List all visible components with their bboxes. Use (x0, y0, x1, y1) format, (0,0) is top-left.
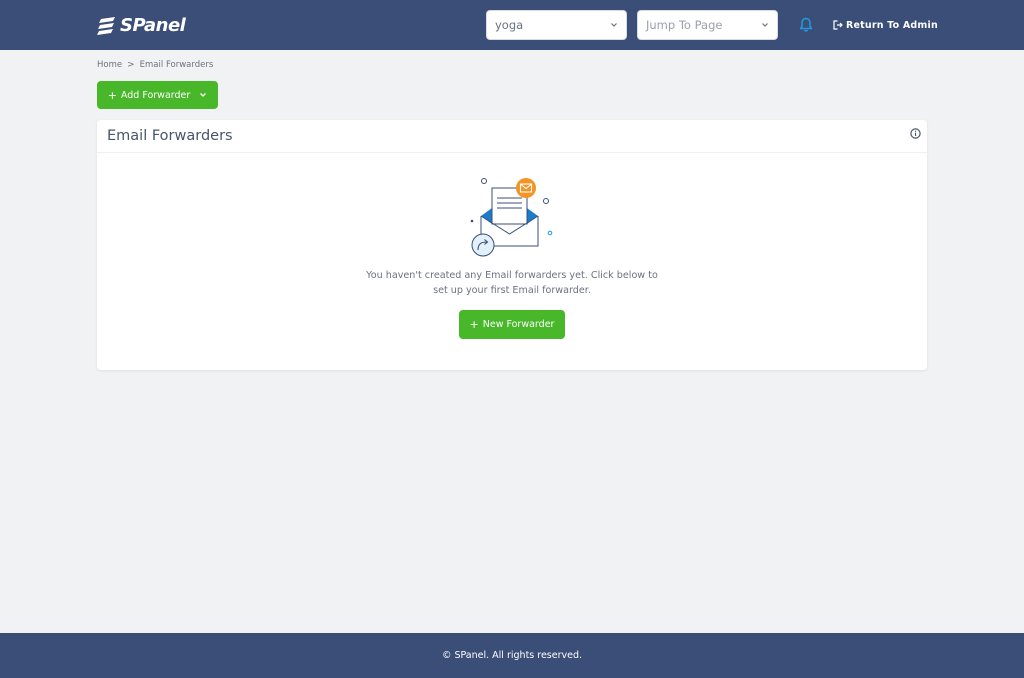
jump-to-page-placeholder: Jump To Page (646, 18, 723, 32)
plus-icon: + (469, 318, 479, 331)
top-navbar: SPanel yoga Jump To Page Return To Admin (0, 0, 1024, 50)
empty-state-message: You haven't created any Email forwarders… (366, 270, 658, 296)
spanel-logo-icon (97, 17, 115, 35)
footer: © SPanel. All rights reserved. (0, 633, 1024, 678)
add-forwarder-label: Add Forwarder (120, 89, 191, 101)
breadcrumb-current: Email Forwarders (139, 60, 214, 70)
add-forwarder-button[interactable]: + Add Forwarder (97, 81, 218, 109)
breadcrumb-home[interactable]: Home (97, 60, 122, 70)
chevron-down-icon (611, 23, 617, 27)
envelope-illustration (470, 178, 553, 257)
email-forwarders-card: Email Forwarders You haven't created any (97, 120, 927, 370)
info-icon[interactable] (910, 128, 921, 139)
jump-to-page-select[interactable]: Jump To Page (637, 10, 778, 40)
site-select-value: yoga (495, 18, 524, 32)
return-to-admin-label: Return To Admin (846, 19, 938, 31)
spanel-logo[interactable]: SPanel (97, 12, 186, 38)
card-title: Email Forwarders (107, 128, 233, 144)
breadcrumb: Home > Email Forwarders (97, 59, 213, 71)
site-select[interactable]: yoga (486, 10, 627, 40)
card-divider (97, 152, 927, 153)
logo-text: SPanel (120, 14, 186, 36)
breadcrumb-separator: > (127, 60, 135, 70)
chevron-down-icon (200, 93, 207, 97)
footer-copyright: © SPanel. All rights reserved. (441, 650, 583, 661)
sign-out-icon (833, 20, 843, 30)
plus-icon: + (107, 88, 117, 102)
return-to-admin-link[interactable]: Return To Admin (833, 18, 938, 32)
new-forwarder-button[interactable]: + New Forwarder (459, 310, 565, 339)
chevron-down-icon (762, 23, 768, 27)
new-forwarder-label: New Forwarder (482, 319, 555, 330)
bell-icon[interactable] (799, 17, 813, 33)
